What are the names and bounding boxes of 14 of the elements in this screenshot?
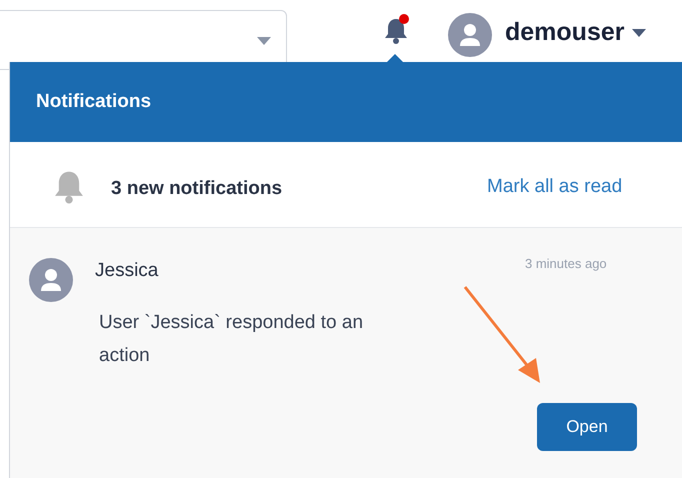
timestamp: 3 minutes ago [525,255,607,273]
sender-name: Jessica [95,259,158,283]
notification-bell-button[interactable] [382,14,410,46]
caret-icon [257,37,271,45]
panel-title: Notifications [36,90,152,114]
mark-all-read-link[interactable]: Mark all as read [487,173,622,202]
bell-icon [382,14,410,46]
avatar-icon [448,13,492,57]
user-menu-button[interactable]: demouser [505,14,646,52]
summary-text: 3 new notifications [111,177,282,201]
open-button[interactable]: Open [537,403,637,451]
avatar-icon [29,258,73,302]
notification-message: User `Jessica` responded to an action [99,311,364,368]
caret-icon [632,28,646,37]
